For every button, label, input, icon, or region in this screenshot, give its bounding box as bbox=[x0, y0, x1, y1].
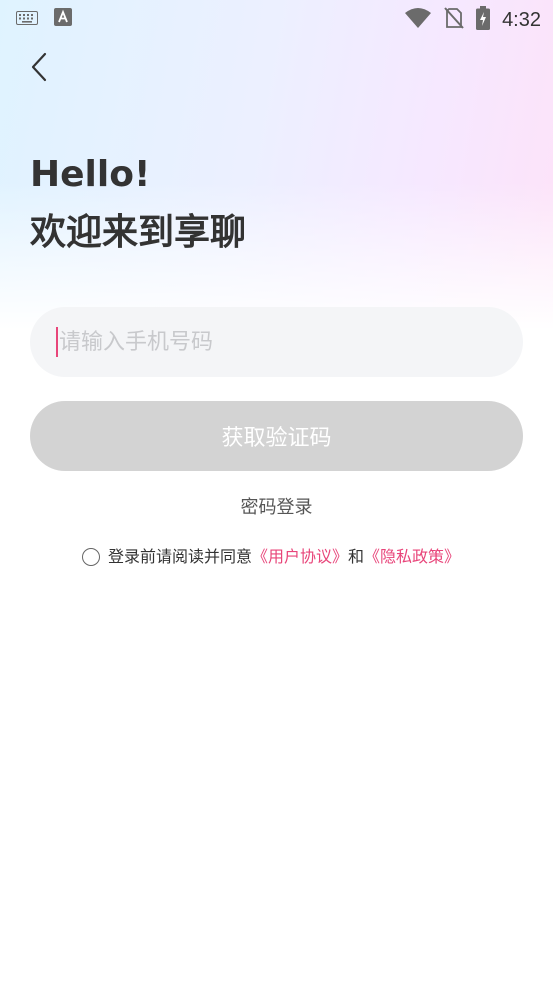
status-time: 4:32 bbox=[502, 9, 541, 31]
keyboard-icon bbox=[16, 10, 38, 29]
status-bar-left bbox=[16, 8, 72, 30]
heading-hello: Hello! bbox=[30, 154, 151, 195]
login-screen: 4:32 Hello! 欢迎来到享聊 获取验证码 密码登录 登录前请阅读并同意 … bbox=[0, 0, 553, 983]
agreement-checkbox[interactable] bbox=[82, 548, 100, 566]
phone-input-container[interactable] bbox=[30, 307, 523, 377]
get-verification-code-button[interactable]: 获取验证码 bbox=[30, 401, 523, 471]
phone-number-input[interactable] bbox=[59, 329, 497, 355]
agreement-prefix: 登录前请阅读并同意 bbox=[108, 547, 253, 566]
agreement-and: 和 bbox=[348, 547, 365, 566]
no-sim-icon bbox=[444, 7, 464, 33]
welcome-heading: Hello! 欢迎来到享聊 bbox=[30, 146, 246, 262]
chevron-left-icon bbox=[30, 52, 48, 86]
user-agreement-link[interactable]: 《用户协议》 bbox=[252, 544, 348, 570]
wifi-icon bbox=[404, 7, 432, 33]
status-bar: 4:32 bbox=[0, 0, 553, 38]
status-bar-right: 4:32 bbox=[404, 6, 541, 34]
heading-welcome: 欢迎来到享聊 bbox=[30, 212, 247, 253]
app-a-icon bbox=[54, 8, 72, 30]
password-login-link[interactable]: 密码登录 bbox=[0, 494, 553, 522]
back-button[interactable] bbox=[22, 50, 56, 88]
battery-charging-icon bbox=[476, 6, 491, 34]
agreement-row: 登录前请阅读并同意 《用户协议》 和 《隐私政策》 bbox=[82, 544, 460, 570]
text-cursor bbox=[56, 327, 58, 357]
privacy-policy-link[interactable]: 《隐私政策》 bbox=[364, 544, 460, 570]
